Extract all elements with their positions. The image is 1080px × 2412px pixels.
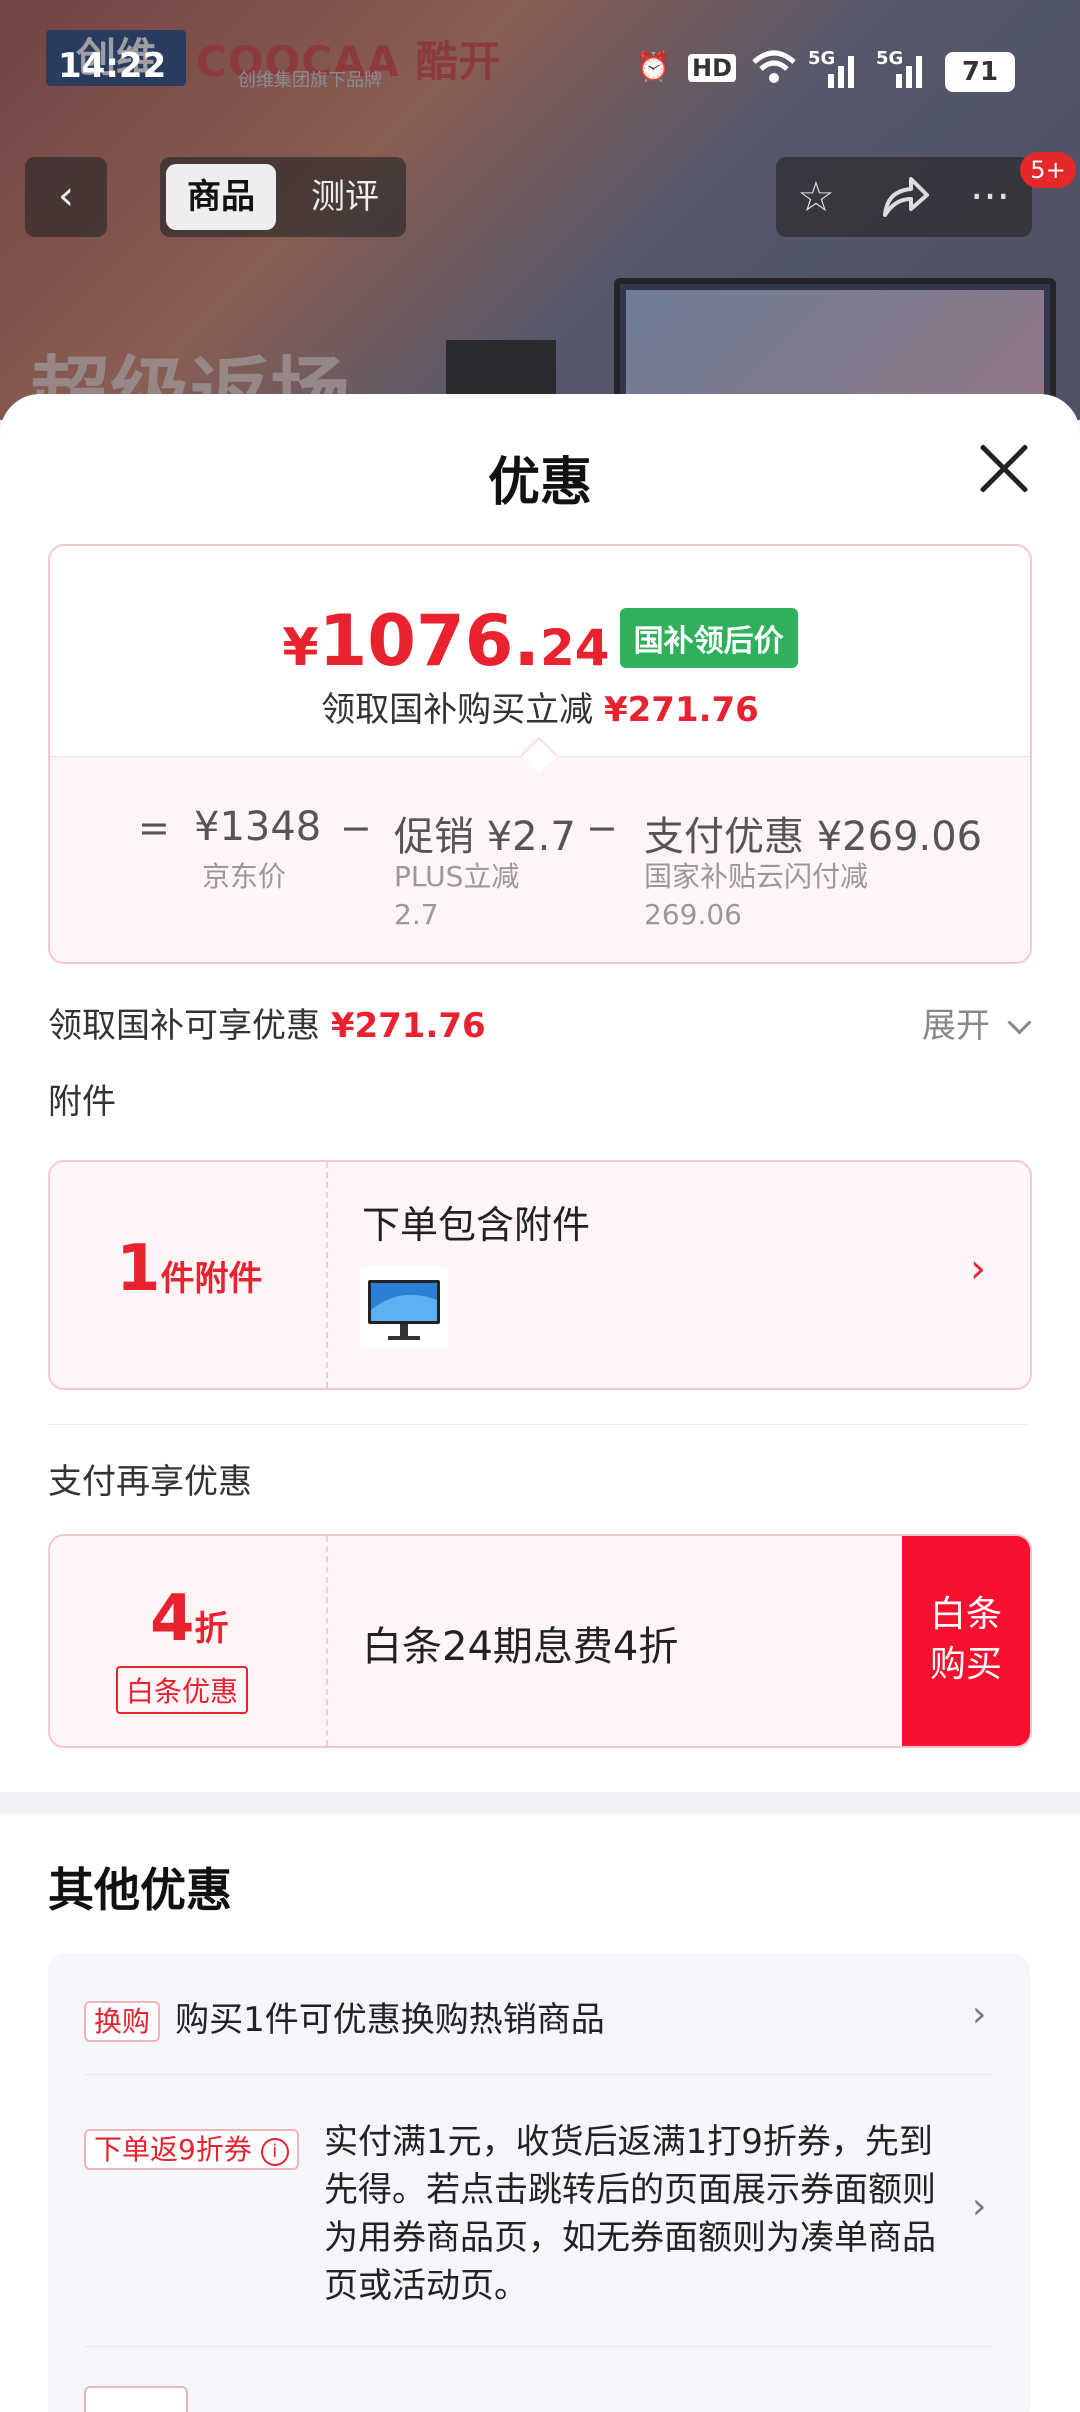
notification-badge: 5+ <box>1020 152 1076 188</box>
minus-sign-2: − <box>586 806 618 850</box>
card-divider <box>326 1162 328 1388</box>
baitiao-buy-line1: 白条 <box>929 1594 1002 1635</box>
pay-desc-value: 269.06 <box>644 898 742 931</box>
offer-tag-coupon: 下单返9折券 i <box>84 2128 299 2170</box>
baitiao-offer-card: 4折 白条优惠 白条24期息费4折 白条 购买 <box>48 1534 1032 1748</box>
star-icon[interactable]: ☆ <box>776 157 856 237</box>
info-icon[interactable]: i <box>260 2138 289 2166</box>
chevron-down-icon <box>1007 1010 1032 1035</box>
attachment-count-number: 1 <box>116 1232 161 1306</box>
offer-tag-label: 下单返9折券 <box>94 2133 252 2166</box>
offer-text: 购买1件可优惠换购热销商品 <box>175 2000 605 2040</box>
baitiao-tag: 白条优惠 <box>116 1666 249 1714</box>
promo-desc-value: 2.7 <box>394 898 439 931</box>
alarm-icon: ⏰ <box>636 50 671 83</box>
baitiao-buy-button[interactable]: 白条 购买 <box>902 1536 1030 1746</box>
other-offers-list: 换购 购买1件可优惠换购热销商品 › 下单返9折券 i 实付满1元，收货后返满1… <box>48 1954 1030 2412</box>
offer-text[interactable]: 实付满1元，收货后返满1打9折券，先到先得。若点击跳转后的页面展示券面额则为用券… <box>324 2118 944 2310</box>
minus-sign-1: − <box>340 806 372 850</box>
attachment-card[interactable]: 1件附件 下单包含附件 › <box>48 1160 1032 1390</box>
subsidy-benefit-row: 领取国补可享优惠 ¥271.76 <box>48 998 486 1047</box>
pay-label: 支付优惠 <box>644 814 804 860</box>
offer-tag: 换购 <box>84 2001 161 2042</box>
battery-icon: 71 <box>945 52 1015 92</box>
status-time: 14:22 <box>58 46 167 86</box>
subsidy-benefit-label: 领取国补可享优惠 <box>48 1006 320 1046</box>
chevron-right-icon: › <box>970 1246 986 1292</box>
signal-icon-1 <box>814 52 860 95</box>
equals-sign: = <box>138 806 170 850</box>
attachment-count: 1件附件 <box>116 1232 263 1306</box>
expand-label: 展开 <box>922 1006 990 1046</box>
subsidy-reduction: 领取国补购买立减 ¥271.76 <box>50 682 1030 731</box>
subsidy-price-badge: 国补领后价 <box>619 608 798 668</box>
price-currency: ¥ <box>282 618 319 678</box>
pay-desc: 国家补贴云闪付减 269.06 <box>644 858 868 934</box>
offer-tag: 下单返9折券 i <box>84 2129 299 2170</box>
hd-icon: HD <box>688 54 737 82</box>
list-item-cutoff[interactable] <box>84 2386 188 2412</box>
expand-button[interactable]: 展开 <box>922 998 1032 1047</box>
subsidy-reduction-label: 领取国补购买立减 <box>321 690 594 730</box>
list-item-exchange[interactable]: 换购 购买1件可优惠换购热销商品 <box>84 1996 605 2044</box>
attachment-count-unit: 件附件 <box>160 1259 263 1299</box>
baitiao-discount: 4折 <box>150 1582 229 1656</box>
chevron-right-icon: › <box>972 2186 987 2227</box>
more-icon[interactable]: ··· <box>950 157 1030 237</box>
price-integer: 1076. <box>318 600 540 682</box>
baitiao-offer-text: 白条24期息费4折 <box>362 1624 679 1670</box>
divider <box>48 1424 1028 1425</box>
tab-goods[interactable]: 商品 <box>166 164 276 230</box>
price-card: ¥1076.24 国补领后价 领取国补购买立减 ¥271.76 = ¥1348 京… <box>48 544 1032 964</box>
attachment-thumbnail <box>360 1266 448 1348</box>
attachment-section-title: 附件 <box>48 1082 116 1122</box>
subsidy-reduction-value: ¥271.76 <box>603 690 759 730</box>
back-button[interactable]: ‹ <box>25 157 107 237</box>
divider <box>84 2346 994 2347</box>
promo-value: ¥2.7 <box>486 814 576 860</box>
discount-sheet: 优惠 ¥1076.24 国补领后价 领取国补购买立减 ¥271.76 = ¥134… <box>0 394 1080 2412</box>
wifi-icon <box>752 50 796 93</box>
share-icon[interactable] <box>866 157 946 237</box>
promo-discount: 促销 ¥2.7 <box>394 804 576 862</box>
section-gap <box>0 1792 1080 1814</box>
payment-section-title: 支付再享优惠 <box>48 1462 252 1502</box>
divider <box>84 2074 994 2075</box>
pay-discount: 支付优惠 ¥269.06 <box>644 804 982 862</box>
subsidy-benefit-value: ¥271.76 <box>330 1006 486 1046</box>
jd-price-label: 京东价 <box>202 860 287 893</box>
chevron-right-icon: › <box>972 1994 987 2035</box>
baitiao-discount-unit: 折 <box>194 1609 229 1649</box>
tab-review[interactable]: 测评 <box>290 164 400 230</box>
jd-price: ¥1348 <box>194 804 322 850</box>
close-icon[interactable] <box>978 442 1030 494</box>
other-offers-title: 其他优惠 <box>48 1863 232 1917</box>
promo-label: 促销 <box>394 814 474 860</box>
promo-desc: PLUS立减 2.7 <box>394 858 519 934</box>
sheet-title: 优惠 <box>487 453 592 513</box>
promo-desc-label: PLUS立减 <box>394 860 520 893</box>
baitiao-buy-line2: 购买 <box>929 1644 1002 1685</box>
offer-tag <box>84 2386 188 2412</box>
signal-icon-2 <box>882 52 928 95</box>
price-decimal: 24 <box>540 619 610 677</box>
baitiao-discount-number: 4 <box>150 1582 195 1656</box>
pay-desc-label: 国家补贴云闪付减 <box>644 860 869 893</box>
final-price: ¥1076.24 国补领后价 <box>50 600 1030 682</box>
pay-value: ¥269.06 <box>816 814 983 860</box>
attachment-title: 下单包含附件 <box>362 1203 591 1247</box>
card-divider <box>326 1536 328 1746</box>
